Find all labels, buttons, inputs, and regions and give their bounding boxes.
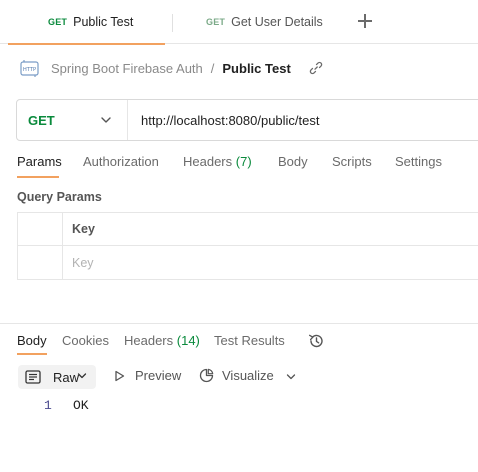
response-tab-body[interactable]: Body — [17, 333, 47, 348]
tab-label: Public Test — [73, 14, 134, 29]
preview-label: Preview — [135, 368, 182, 383]
breadcrumb: HTTP Spring Boot Firebase Auth / Public … — [20, 58, 323, 78]
tab-settings[interactable]: Settings — [395, 154, 442, 169]
key-input[interactable]: Key — [63, 246, 94, 279]
chevron-down-icon — [101, 117, 111, 123]
tab-method-badge: GET — [48, 16, 68, 27]
preview-button[interactable]: Preview — [114, 368, 181, 383]
history-icon[interactable] — [307, 332, 325, 350]
format-label: Raw — [53, 369, 80, 385]
visualize-button[interactable]: Visualize — [199, 368, 274, 383]
checkbox-column-header — [18, 213, 63, 245]
active-tab-indicator — [17, 176, 59, 178]
query-params-title: Query Params — [17, 190, 102, 204]
play-icon — [115, 370, 125, 381]
table-row: Key — [18, 246, 478, 279]
tab-headers-label: Headers — [183, 154, 233, 169]
row-checkbox-cell — [18, 246, 63, 279]
tab-public-test[interactable]: GET Public Test — [8, 0, 165, 45]
url-bar: GET — [16, 99, 478, 141]
response-body-editor[interactable]: 1 OK — [0, 396, 478, 416]
breadcrumb-collection[interactable]: Spring Boot Firebase Auth — [51, 61, 203, 76]
method-value: GET — [28, 112, 55, 128]
tab-scripts[interactable]: Scripts — [332, 154, 372, 169]
tab-authorization[interactable]: Authorization — [83, 154, 159, 169]
format-dropdown[interactable]: Raw — [18, 365, 96, 389]
tab-separator — [172, 14, 173, 32]
query-params-table: Key Key — [17, 212, 478, 280]
plus-icon[interactable] — [357, 13, 373, 29]
breadcrumb-request-name[interactable]: Public Test — [222, 61, 290, 76]
link-icon[interactable] — [309, 61, 323, 75]
http-icon: HTTP — [20, 59, 39, 77]
headers-count: (7) — [235, 154, 252, 169]
svg-text:HTTP: HTTP — [23, 67, 36, 73]
tab-params[interactable]: Params — [17, 154, 62, 169]
response-text: OK — [73, 398, 89, 413]
breadcrumb-separator: / — [210, 60, 215, 76]
line-number: 1 — [44, 398, 52, 413]
key-column-header: Key — [72, 222, 95, 236]
request-tab-strip: GET Public Test GET Get User Details — [0, 0, 478, 45]
chevron-down-icon[interactable] — [286, 373, 296, 381]
chevron-down-icon — [77, 373, 87, 379]
visualize-icon — [199, 368, 214, 383]
tab-method-badge: GET — [206, 17, 226, 27]
url-input[interactable] — [128, 100, 468, 140]
tab-body[interactable]: Body — [278, 154, 308, 169]
response-headers-count: (14) — [176, 333, 200, 348]
response-headers-label: Headers — [124, 333, 174, 348]
tab-label: Get User Details — [231, 15, 323, 29]
visualize-label: Visualize — [222, 368, 274, 383]
response-tab-cookies[interactable]: Cookies — [62, 333, 109, 348]
response-tabs: Body Cookies Headers (14) Test Results — [17, 333, 477, 355]
table-header-row: Key — [18, 213, 478, 246]
response-tab-test-results[interactable]: Test Results — [214, 333, 285, 348]
active-response-tab-indicator — [17, 353, 47, 355]
response-divider — [0, 323, 478, 324]
method-select[interactable]: GET — [17, 100, 128, 140]
document-icon — [25, 370, 41, 384]
response-tab-headers[interactable]: Headers (14) — [124, 333, 200, 348]
tab-get-user-details[interactable]: GET Get User Details — [206, 0, 323, 44]
request-tabs: Params Authorization Headers (7) Body Sc… — [17, 154, 478, 178]
tab-headers[interactable]: Headers (7) — [183, 154, 252, 169]
